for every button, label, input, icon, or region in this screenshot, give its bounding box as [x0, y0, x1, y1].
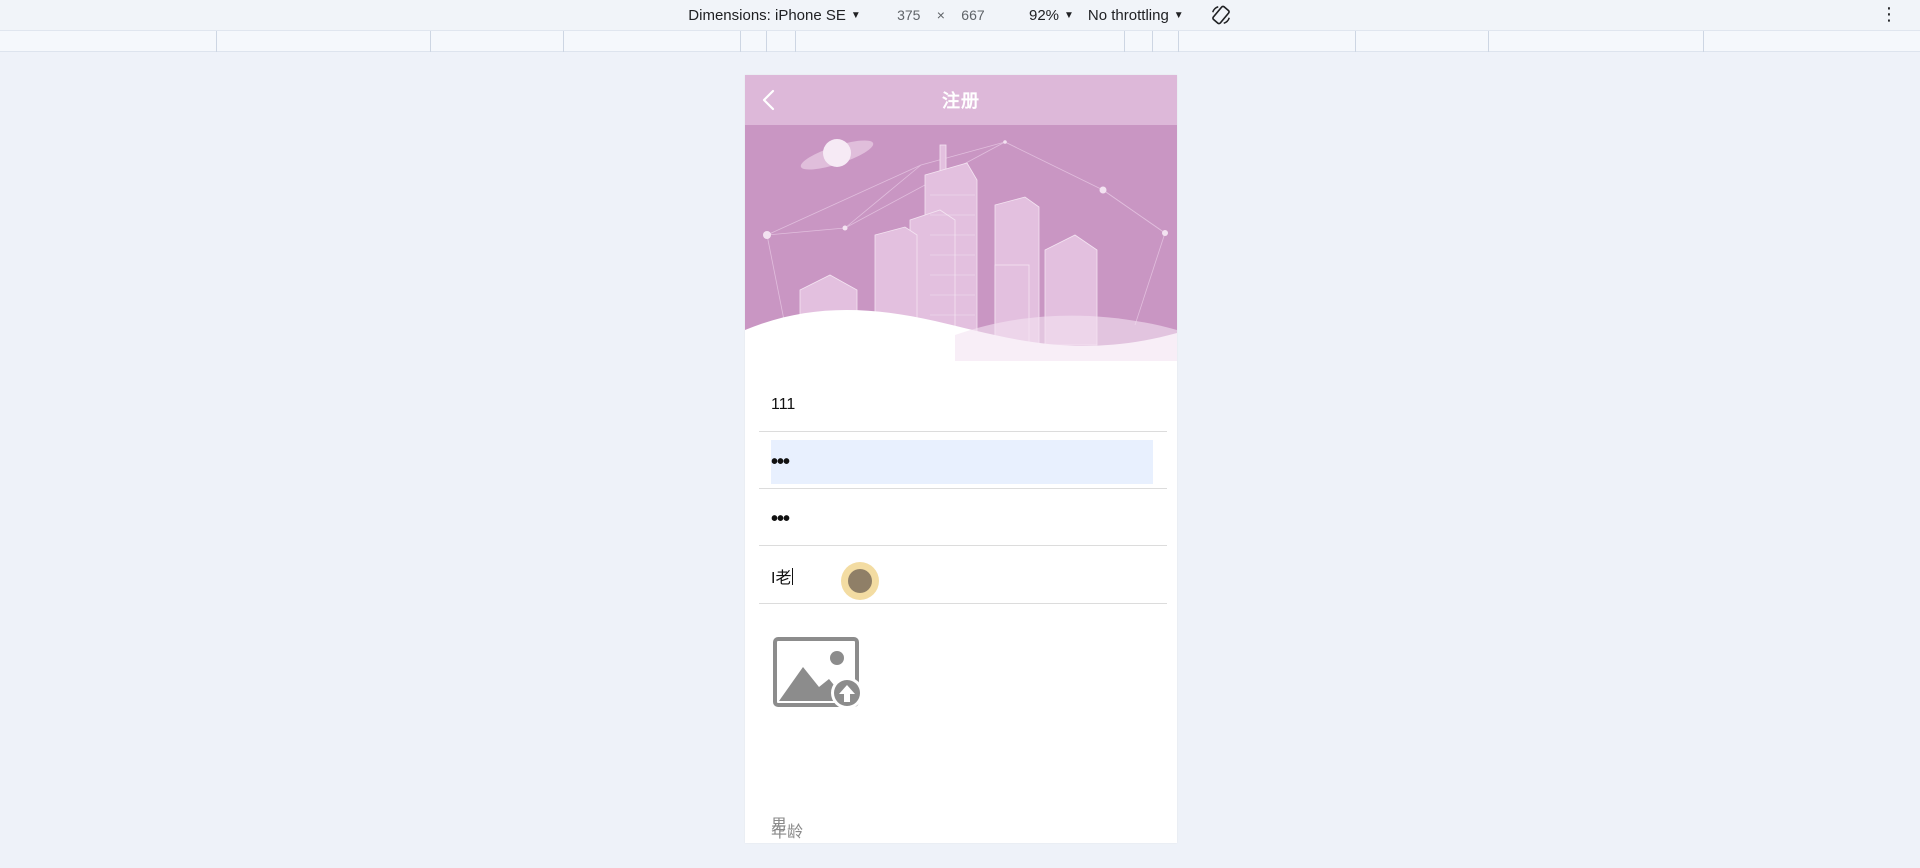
- confirm-password-value: •••: [771, 508, 790, 530]
- username-input[interactable]: 111: [771, 383, 1153, 427]
- password-value: •••: [771, 451, 790, 473]
- height-input[interactable]: 667: [953, 7, 993, 23]
- dropdown-caret-icon: ▼: [1064, 9, 1074, 21]
- throttling-label: No throttling: [1087, 6, 1169, 24]
- times-sign: ×: [936, 7, 945, 23]
- dimensions-label: Dimensions: iPhone SE: [688, 6, 846, 24]
- password-field: •••: [759, 432, 1167, 489]
- age-input[interactable]: 年龄: [771, 817, 1153, 843]
- age-placeholder: 年龄: [771, 824, 804, 841]
- ruler-segment[interactable]: [795, 31, 796, 52]
- zoom-label: 92%: [1028, 6, 1060, 24]
- ruler-segment[interactable]: [563, 31, 564, 52]
- media-query-ruler: [0, 30, 1920, 52]
- touch-indicator: [841, 562, 879, 600]
- ruler-segment[interactable]: [1178, 31, 1179, 52]
- chevron-left-icon[interactable]: [759, 88, 781, 112]
- image-upload-icon[interactable]: [773, 637, 865, 713]
- age-field: 年龄: [759, 815, 1167, 843]
- zoom-dropdown[interactable]: 92% ▼: [1029, 7, 1074, 24]
- ruler-segment[interactable]: [1152, 31, 1153, 52]
- more-options-icon[interactable]: ⋮: [1880, 4, 1898, 24]
- rotate-icon[interactable]: [1210, 4, 1232, 26]
- touch-indicator-dot: [848, 569, 872, 593]
- ruler-segment[interactable]: [766, 31, 767, 52]
- confirm-password-input[interactable]: •••: [771, 497, 1153, 541]
- nickname-input[interactable]: I老: [771, 554, 1153, 598]
- dimensions-dropdown[interactable]: Dimensions: iPhone SE ▼: [688, 7, 861, 24]
- username-value: 111: [771, 396, 796, 413]
- text-cursor: [792, 567, 794, 585]
- width-input[interactable]: 375: [889, 7, 929, 23]
- page-title: 注册: [942, 91, 980, 111]
- password-input[interactable]: •••: [771, 440, 1153, 484]
- ruler-segment[interactable]: [1488, 31, 1489, 52]
- ruler-segment[interactable]: [216, 31, 217, 52]
- confirm-password-field: •••: [759, 489, 1167, 546]
- dropdown-caret-icon: ▼: [1173, 9, 1184, 21]
- nav-bar: 注册: [745, 75, 1177, 125]
- ruler-segment[interactable]: [1703, 31, 1704, 52]
- nickname-field: I老: [759, 546, 1167, 604]
- devtools-device-toolbar: Dimensions: iPhone SE ▼ 375 × 667 92% ▼ …: [0, 0, 1920, 30]
- throttling-dropdown[interactable]: No throttling ▼: [1088, 7, 1184, 24]
- ruler-segment[interactable]: [1355, 31, 1356, 52]
- nickname-value: I老: [771, 570, 792, 587]
- ruler-segment[interactable]: [740, 31, 741, 52]
- city-skyline-illustration: [745, 125, 1177, 361]
- ruler-segment[interactable]: [430, 31, 431, 52]
- username-field: 111: [759, 375, 1167, 432]
- device-viewport: 注册 111 ••• ••• I老 男: [745, 75, 1177, 843]
- ruler-segment[interactable]: [1124, 31, 1125, 52]
- dropdown-caret-icon: ▼: [850, 9, 861, 21]
